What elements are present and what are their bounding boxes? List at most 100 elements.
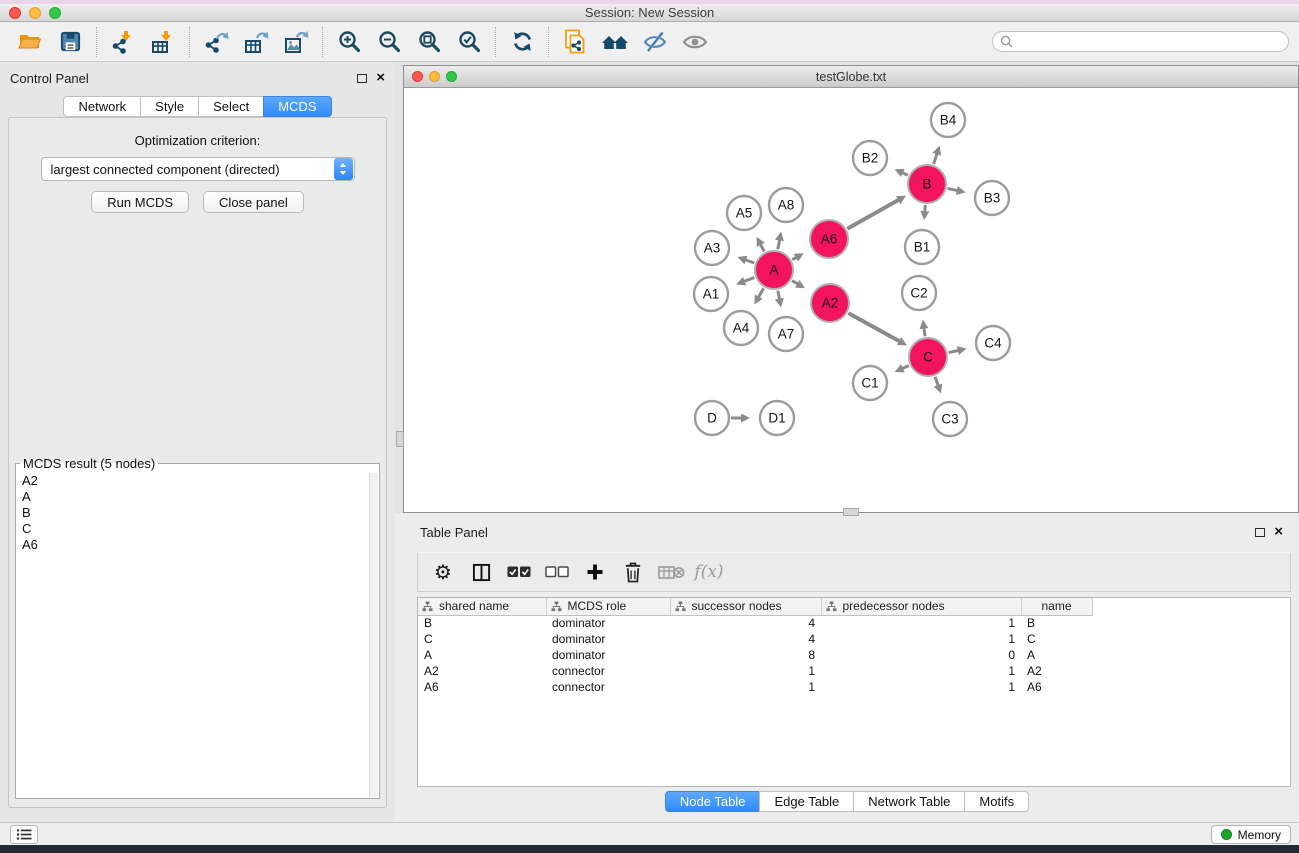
hide-selected-button[interactable] xyxy=(635,25,675,59)
graph-node-b4[interactable]: B4 xyxy=(931,103,965,137)
tab-edge-table[interactable]: Edge Table xyxy=(759,791,854,812)
memory-button[interactable]: Memory xyxy=(1211,825,1291,844)
clone-network-button[interactable] xyxy=(555,25,595,59)
tab-select[interactable]: Select xyxy=(198,96,264,117)
table-settings-button[interactable]: ⚙ xyxy=(426,556,460,588)
cell[interactable]: dominator xyxy=(546,631,670,647)
graph-edge-a-a8[interactable] xyxy=(775,232,784,250)
tab-network[interactable]: Network xyxy=(63,96,141,117)
graph-edge-b-b2[interactable] xyxy=(895,169,908,177)
column-header-predecessor-nodes[interactable]: predecessor nodes xyxy=(821,598,1021,615)
graph-edge-a-a1[interactable] xyxy=(736,277,754,285)
graph-node-c[interactable]: C xyxy=(909,338,947,376)
graph-edge-c-c3[interactable] xyxy=(934,377,942,394)
search-input[interactable] xyxy=(1018,34,1281,50)
graph-edge-a-a4[interactable] xyxy=(754,288,763,304)
graph-edge-a6-b[interactable] xyxy=(847,196,906,229)
table-row-b[interactable]: Bdominator41B xyxy=(418,615,1092,631)
graph-node-a6[interactable]: A6 xyxy=(810,220,848,258)
table-row-a6[interactable]: A6connector11A6 xyxy=(418,679,1092,695)
cell[interactable]: 1 xyxy=(670,679,821,695)
graph-edge-a-a3[interactable] xyxy=(737,256,754,264)
graph-node-a8[interactable]: A8 xyxy=(769,188,803,222)
graph-edge-b-b3[interactable] xyxy=(948,186,966,195)
open-session-button[interactable] xyxy=(10,25,50,59)
criterion-select[interactable]: largest connected component (directed) xyxy=(41,157,355,181)
zoom-out-button[interactable] xyxy=(369,25,409,59)
cell[interactable]: 8 xyxy=(670,647,821,663)
delete-column-button[interactable] xyxy=(616,556,650,588)
cell[interactable]: 1 xyxy=(821,631,1021,647)
import-network-button[interactable] xyxy=(103,25,143,59)
cell[interactable]: A xyxy=(1021,647,1092,663)
result-scrollbar[interactable] xyxy=(369,473,378,797)
first-neighbors-button[interactable] xyxy=(595,25,635,59)
zoom-fit-button[interactable] xyxy=(409,25,449,59)
graph-edge-a-a6[interactable] xyxy=(792,253,803,261)
save-session-button[interactable] xyxy=(50,25,90,59)
tab-mcds[interactable]: MCDS xyxy=(263,96,331,117)
graph-node-a[interactable]: A xyxy=(755,251,793,289)
graph-edge-d-d1[interactable] xyxy=(731,414,750,423)
tab-network-table[interactable]: Network Table xyxy=(853,791,965,812)
cell[interactable]: 0 xyxy=(821,647,1021,663)
graph-node-a2[interactable]: A2 xyxy=(811,284,849,322)
graph-edge-b-b1[interactable] xyxy=(920,205,929,220)
graph-edge-a-a2[interactable] xyxy=(792,280,805,288)
search-box[interactable] xyxy=(992,31,1289,52)
zoom-in-button[interactable] xyxy=(329,25,369,59)
column-header-name[interactable]: name xyxy=(1021,598,1092,615)
graph-node-b3[interactable]: B3 xyxy=(975,181,1009,215)
splitter-handle-left[interactable] xyxy=(396,431,404,447)
result-item-a6[interactable]: A6 xyxy=(17,537,368,553)
refresh-button[interactable] xyxy=(502,25,542,59)
float-table-panel-icon[interactable] xyxy=(1255,528,1265,537)
close-panel-button[interactable]: Close panel xyxy=(203,191,304,213)
cell[interactable]: connector xyxy=(546,679,670,695)
result-item-a2[interactable]: A2 xyxy=(17,473,368,489)
graph-node-c1[interactable]: C1 xyxy=(853,366,887,400)
cell[interactable]: A6 xyxy=(1021,679,1092,695)
tab-node-table[interactable]: Node Table xyxy=(665,791,761,812)
graph-node-a4[interactable]: A4 xyxy=(724,311,758,345)
graph-edge-a-a7[interactable] xyxy=(775,291,784,308)
cell[interactable]: 1 xyxy=(821,679,1021,695)
cell[interactable]: C xyxy=(1021,631,1092,647)
network-canvas[interactable]: B4B2BB3A8A5A6B1A3AC2A1A2A4A7C4CC1C3DD1 xyxy=(404,88,1298,512)
close-table-panel-icon[interactable]: × xyxy=(1274,527,1283,537)
result-item-b[interactable]: B xyxy=(17,505,368,521)
cell[interactable]: 4 xyxy=(670,615,821,631)
graph-node-c4[interactable]: C4 xyxy=(976,326,1010,360)
graph-edge-c-c4[interactable] xyxy=(949,346,967,355)
graph-node-c3[interactable]: C3 xyxy=(933,402,967,436)
graph-node-b[interactable]: B xyxy=(908,165,946,203)
cell[interactable]: dominator xyxy=(546,615,670,631)
cell[interactable]: dominator xyxy=(546,647,670,663)
export-network-button[interactable] xyxy=(196,25,236,59)
show-all-button[interactable] xyxy=(675,25,715,59)
result-item-c[interactable]: C xyxy=(17,521,368,537)
task-history-button[interactable] xyxy=(10,825,38,844)
cell[interactable]: 1 xyxy=(670,663,821,679)
graph-edge-a-a5[interactable] xyxy=(757,237,765,252)
cell[interactable]: C xyxy=(418,631,546,647)
table-row-c[interactable]: Cdominator41C xyxy=(418,631,1092,647)
result-item-a[interactable]: A xyxy=(17,489,368,505)
select-all-button[interactable] xyxy=(502,556,536,588)
deselect-all-button[interactable] xyxy=(540,556,574,588)
cell[interactable]: 4 xyxy=(670,631,821,647)
show-columns-button[interactable] xyxy=(464,556,498,588)
graph-edge-a2-c[interactable] xyxy=(848,313,907,345)
close-panel-icon[interactable]: × xyxy=(376,73,385,83)
graph-edge-c-c1[interactable] xyxy=(895,364,909,372)
cell[interactable]: B xyxy=(1021,615,1092,631)
graph-node-a5[interactable]: A5 xyxy=(727,196,761,230)
graph-node-c2[interactable]: C2 xyxy=(902,276,936,310)
cell[interactable]: 1 xyxy=(821,615,1021,631)
cell[interactable]: B xyxy=(418,615,546,631)
graph-node-a7[interactable]: A7 xyxy=(769,317,803,351)
column-header-successor-nodes[interactable]: successor nodes xyxy=(670,598,821,615)
float-panel-icon[interactable] xyxy=(357,74,367,83)
graph-node-a3[interactable]: A3 xyxy=(695,231,729,265)
create-column-button[interactable] xyxy=(578,556,612,588)
